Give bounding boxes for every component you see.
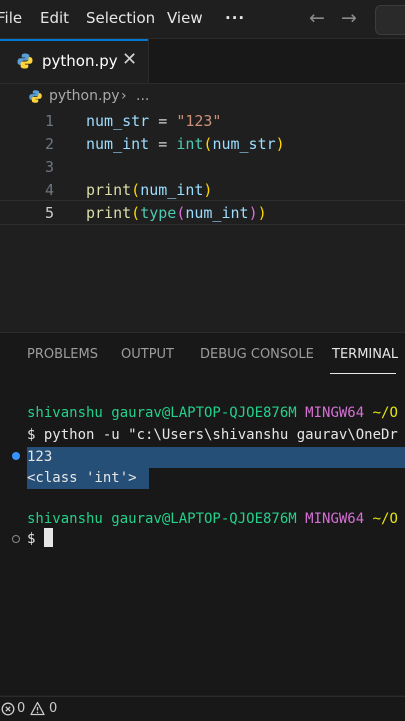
active-tab-indicator <box>0 39 148 41</box>
bottom-panel: PROBLEMS OUTPUT DEBUG CONSOLE TERMINAL s… <box>0 332 405 695</box>
code-text: print(type(num_int)) <box>86 204 267 222</box>
status-bar: 0 0 <box>0 696 405 721</box>
terminal-prompt: shivanshu gaurav@LAPTOP-QJOE876M MINGW64… <box>27 405 398 421</box>
terminal-command: $ python -u "c:\Users\shivanshu gaurav\O… <box>27 427 398 443</box>
command-success-icon[interactable] <box>12 452 20 460</box>
tab-terminal[interactable]: TERMINAL <box>332 347 398 362</box>
more-menu-button[interactable]: ··· <box>225 9 245 27</box>
terminal-prompt: shivanshu gaurav@LAPTOP-QJOE876M MINGW64… <box>27 511 398 527</box>
tab-python-py[interactable]: python.py ✕ <box>0 39 149 83</box>
command-pending-icon[interactable] <box>12 535 20 543</box>
code-text: print(num_int) <box>86 181 213 199</box>
python-icon <box>17 53 33 69</box>
tab-debug-console[interactable]: DEBUG CONSOLE <box>200 347 314 362</box>
terminal-output-line: <class 'int'> <box>27 470 137 486</box>
code-line: 1 num_str = "123" <box>0 109 405 132</box>
breadcrumb-more[interactable]: ... <box>136 88 149 104</box>
line-number: 5 <box>44 204 54 222</box>
code-line: 4 print(num_int) <box>0 178 405 201</box>
warning-count[interactable]: 0 <box>49 701 57 716</box>
menu-selection[interactable]: Selection <box>86 9 155 27</box>
editor-tab-bar: python.py ✕ <box>0 39 405 84</box>
line-number: 2 <box>44 135 54 153</box>
terminal-output-line: 123 <box>27 449 53 465</box>
selection-highlight <box>27 447 405 468</box>
menu-bar: File Edit Selection View ··· ← → <box>0 0 405 39</box>
line-number: 4 <box>44 181 54 199</box>
line-number: 3 <box>44 158 54 176</box>
code-line: 3 <box>0 155 405 178</box>
python-icon <box>29 90 42 103</box>
command-center-search[interactable] <box>375 5 405 35</box>
menu-edit[interactable]: Edit <box>40 9 69 27</box>
code-text: num_int = int(num_str) <box>86 135 285 153</box>
arrow-left-icon[interactable]: ← <box>309 7 325 29</box>
error-icon[interactable] <box>1 702 15 716</box>
line-number: 1 <box>44 112 54 130</box>
breadcrumb: python.py › ... <box>0 84 405 108</box>
code-line-current: 5 print(type(num_int)) <box>0 200 405 225</box>
close-icon[interactable]: ✕ <box>122 49 137 70</box>
terminal-cursor <box>44 528 53 547</box>
tab-problems[interactable]: PROBLEMS <box>27 347 98 362</box>
code-line: 2 num_int = int(num_str) <box>0 132 405 155</box>
terminal[interactable]: shivanshu gaurav@LAPTOP-QJOE876M MINGW64… <box>0 393 405 693</box>
terminal-prompt-symbol: $ <box>27 531 36 547</box>
arrow-right-icon[interactable]: → <box>341 7 357 29</box>
code-text: num_str = "123" <box>86 112 222 130</box>
menu-view[interactable]: View <box>167 9 203 27</box>
error-count[interactable]: 0 <box>17 701 25 716</box>
breadcrumb-file[interactable]: python.py <box>49 88 120 104</box>
warning-icon[interactable] <box>30 701 45 716</box>
active-panel-tab-indicator <box>330 373 396 374</box>
tab-label: python.py <box>42 52 118 70</box>
code-editor[interactable]: 1 num_str = "123" 2 num_int = int(num_st… <box>0 108 405 332</box>
menu-file[interactable]: File <box>0 9 22 27</box>
tab-output[interactable]: OUTPUT <box>121 347 174 362</box>
chevron-right-icon: › <box>121 88 127 104</box>
